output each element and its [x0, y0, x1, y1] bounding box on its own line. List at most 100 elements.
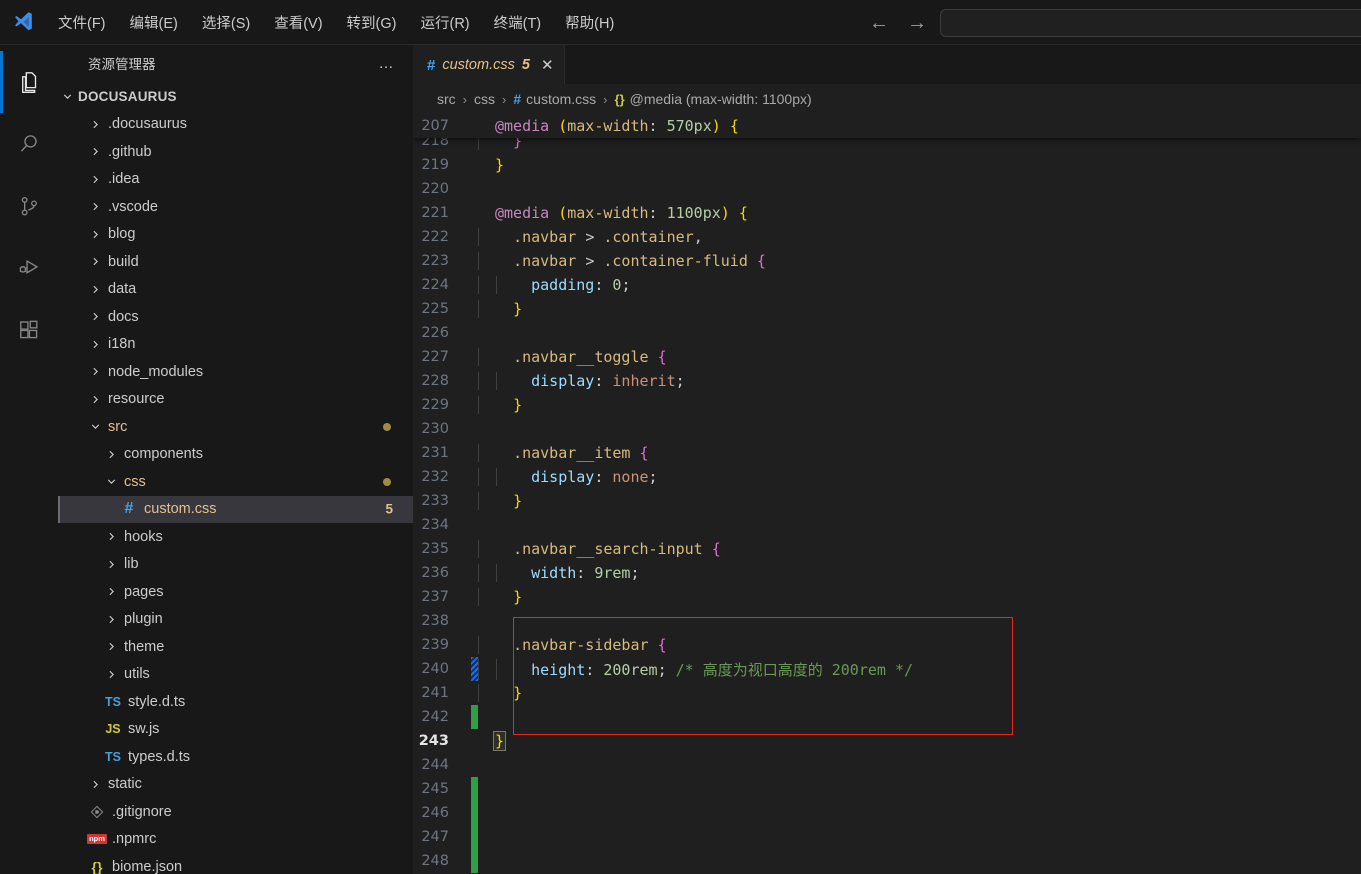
npm-file-icon: npm	[87, 834, 107, 845]
tree-root-docusaurus[interactable]: DOCUSAURUS	[58, 83, 413, 111]
activity-source-control-icon[interactable]	[0, 175, 58, 237]
tree-folder-lib[interactable]: lib	[58, 551, 413, 579]
code-line[interactable]: 239 .navbar-sidebar {	[413, 633, 1361, 657]
tree-folder-css[interactable]: css	[58, 468, 413, 496]
code-line[interactable]: 222 .navbar > .container,	[413, 225, 1361, 249]
code-line[interactable]: 238	[413, 609, 1361, 633]
tree-folder-pages[interactable]: pages	[58, 578, 413, 606]
code-line[interactable]: 232 display: none;	[413, 465, 1361, 489]
menu-edit[interactable]: 编辑(E)	[118, 8, 190, 37]
tree-file-sw-js[interactable]: JS sw.js	[58, 716, 413, 744]
code-line[interactable]: 237 }	[413, 585, 1361, 609]
code-line[interactable]: 245	[413, 777, 1361, 801]
tree-item-label: .idea	[108, 171, 140, 188]
menu-file[interactable]: 文件(F)	[46, 8, 118, 37]
tree-folder-static[interactable]: static	[58, 771, 413, 799]
menu-selection[interactable]: 选择(S)	[190, 8, 262, 37]
code-line[interactable]: 223 .navbar > .container-fluid {	[413, 249, 1361, 273]
tree-file-biome-json[interactable]: {} biome.json	[58, 853, 413, 874]
tab-custom-css[interactable]: # custom.css 5 ✕	[413, 45, 565, 84]
chevron-right-icon	[102, 585, 120, 598]
code-line[interactable]: 242	[413, 705, 1361, 729]
explorer-more-actions-icon[interactable]: …	[375, 55, 400, 72]
tree-folder-blog[interactable]: blog	[58, 221, 413, 249]
code-line[interactable]: 235 .navbar__search-input {	[413, 537, 1361, 561]
code-line[interactable]: 246	[413, 801, 1361, 825]
code-line[interactable]: 241 }	[413, 681, 1361, 705]
code-line[interactable]: 236 width: 9rem;	[413, 561, 1361, 585]
menu-view[interactable]: 查看(V)	[262, 8, 334, 37]
tree-folder-node-modules[interactable]: node_modules	[58, 358, 413, 386]
tree-file-gitignore[interactable]: .gitignore	[58, 798, 413, 826]
tree-file-style-d-ts[interactable]: TS style.d.ts	[58, 688, 413, 716]
code-line[interactable]: 230	[413, 417, 1361, 441]
code-line[interactable]: 229 }	[413, 393, 1361, 417]
diff-gutter-added	[471, 777, 478, 801]
code-line[interactable]: 234	[413, 513, 1361, 537]
code-line[interactable]: 228 display: inherit;	[413, 369, 1361, 393]
code-line[interactable]: 233 }	[413, 489, 1361, 513]
command-center-search[interactable]: docusaurus [管	[940, 8, 1361, 37]
breadcrumb-item-src[interactable]: src	[437, 91, 456, 107]
breadcrumb-item-css[interactable]: css	[474, 91, 495, 107]
diff-gutter	[471, 441, 478, 465]
code-line[interactable]: 227 .navbar__toggle {	[413, 345, 1361, 369]
activity-extensions-icon[interactable]	[0, 299, 58, 361]
line-number: 226	[421, 325, 449, 341]
menu-help[interactable]: 帮助(H)	[553, 8, 626, 37]
tree-folder-docs[interactable]: docs	[58, 303, 413, 331]
breadcrumb-label: src	[437, 91, 456, 107]
tree-folder-hooks[interactable]: hooks	[58, 523, 413, 551]
menu-go[interactable]: 转到(G)	[335, 8, 409, 37]
activity-explorer-icon[interactable]	[0, 51, 58, 113]
sticky-scroll-line[interactable]: 207 @media (max-width: 570px) {	[413, 114, 739, 138]
breadcrumb-item-file[interactable]: # custom.css	[513, 91, 596, 107]
sticky-scroll-header[interactable]: 207 @media (max-width: 570px) {	[413, 114, 1361, 138]
tree-file-custom-css[interactable]: # custom.css 5	[58, 495, 413, 523]
menu-run[interactable]: 运行(R)	[408, 8, 481, 37]
tree-folder-src[interactable]: src	[58, 413, 413, 441]
close-icon[interactable]: ✕	[541, 58, 554, 73]
tree-file-types-d-ts[interactable]: TS types.d.ts	[58, 743, 413, 771]
code-line[interactable]: 220	[413, 177, 1361, 201]
code-line[interactable]: 243}	[413, 729, 1361, 753]
chevron-right-icon	[102, 668, 120, 681]
activity-search-icon[interactable]	[0, 113, 58, 175]
line-number: 219	[421, 157, 449, 173]
tree-folder-docusaurus[interactable]: .docusaurus	[58, 111, 413, 139]
code-line[interactable]: 247	[413, 825, 1361, 849]
tree-folder-theme[interactable]: theme	[58, 633, 413, 661]
code-line[interactable]: 244	[413, 753, 1361, 777]
tree-folder-github[interactable]: .github	[58, 138, 413, 166]
code-line[interactable]: 226	[413, 321, 1361, 345]
code-line[interactable]: 231 .navbar__item {	[413, 441, 1361, 465]
code-text: padding: 0;	[478, 276, 630, 294]
code-line[interactable]: 224 padding: 0;	[413, 273, 1361, 297]
tree-folder-data[interactable]: data	[58, 276, 413, 304]
code-line[interactable]: 225 }	[413, 297, 1361, 321]
tree-folder-idea[interactable]: .idea	[58, 166, 413, 194]
activity-run-debug-icon[interactable]	[0, 237, 58, 299]
line-number: 220	[421, 181, 449, 197]
code-line[interactable]: 240 height: 200rem; /* 高度为视口高度的 200rem *…	[413, 657, 1361, 681]
breadcrumb-item-symbol[interactable]: {} @media (max-width: 1100px)	[615, 91, 812, 107]
code-editor[interactable]: 216article > .markdown > h3 {218 }219}22…	[413, 114, 1361, 874]
tree-folder-utils[interactable]: utils	[58, 661, 413, 689]
tree-folder-plugin[interactable]: plugin	[58, 606, 413, 634]
diff-gutter-modified	[471, 657, 478, 681]
tree-folder-vscode[interactable]: .vscode	[58, 193, 413, 221]
tree-folder-build[interactable]: build	[58, 248, 413, 276]
tree-folder-resource[interactable]: resource	[58, 386, 413, 414]
line-number: 245	[421, 781, 449, 797]
code-line[interactable]: 219}	[413, 153, 1361, 177]
breadcrumb-label: css	[474, 91, 496, 107]
code-line[interactable]: 221 @media (max-width: 1100px) {	[413, 201, 1361, 225]
forward-arrow-icon[interactable]: →	[898, 0, 936, 45]
tree-file-npmrc[interactable]: npm .npmrc	[58, 826, 413, 854]
tree-folder-components[interactable]: components	[58, 441, 413, 469]
tree-folder-i18n[interactable]: i18n	[58, 331, 413, 359]
chevron-right-icon	[86, 338, 104, 351]
menu-terminal[interactable]: 终端(T)	[482, 8, 554, 37]
code-line[interactable]: 248	[413, 849, 1361, 873]
back-arrow-icon[interactable]: ←	[860, 0, 898, 45]
